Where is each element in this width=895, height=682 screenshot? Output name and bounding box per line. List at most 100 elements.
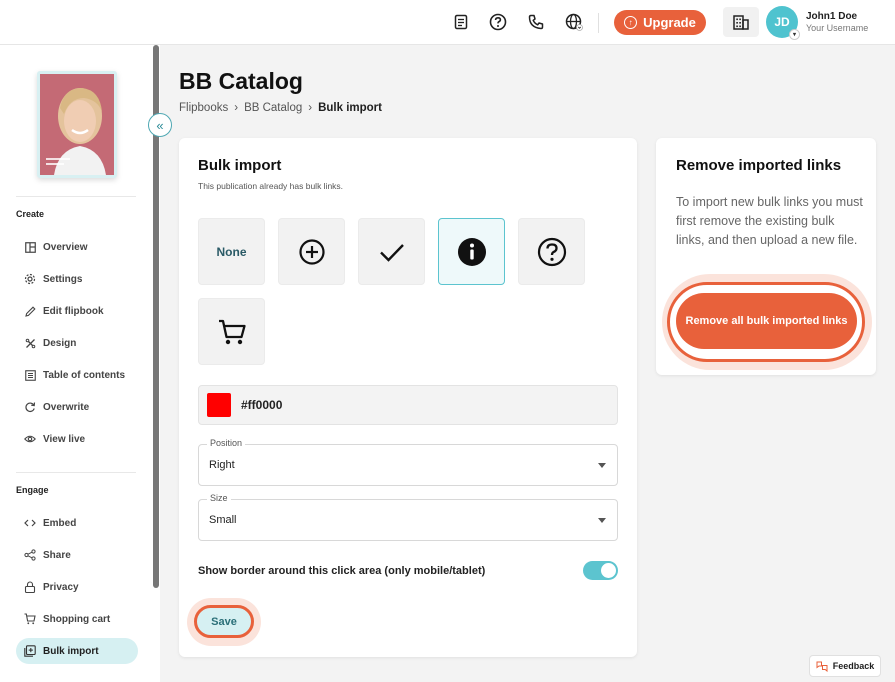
sidebar-item-label: Shopping cart [43,613,111,625]
document-icon[interactable] [451,12,471,32]
feedback-label: Feedback [832,661,875,671]
sidebar-item-label: Edit flipbook [43,305,104,317]
remove-all-bulk-links-button[interactable]: Remove all bulk imported links [676,293,857,349]
sidebar-item-label: Embed [43,517,77,529]
color-swatch[interactable] [207,393,231,417]
breadcrumb-link[interactable]: BB Catalog [244,102,302,114]
info-icon [457,237,486,266]
icon-option-checkmark[interactable] [358,218,425,285]
feedback-icon [816,661,828,672]
position-select[interactable]: Position Right [198,438,618,486]
icon-option-none-label: None [216,244,247,259]
sidebar-item-overwrite[interactable]: Overwrite [16,394,138,420]
gear-icon [24,273,36,285]
icon-option-question[interactable] [518,218,585,285]
remove-button-label: Remove all bulk imported links [685,314,848,327]
sidebar-heading-engage: Engage [16,485,49,495]
sidebar-item-embed[interactable]: Embed [16,510,138,536]
breadcrumb-current: Bulk import [318,102,382,114]
size-select[interactable]: Size Small [198,493,618,541]
sidebar-item-label: Overwrite [43,401,90,413]
chevron-right-icon: › [308,102,313,114]
arrow-up-icon: ↑ [624,16,638,29]
list-icon [24,369,36,381]
remove-links-title: Remove imported links [676,157,842,174]
icon-option-none[interactable]: None [198,218,265,285]
design-icon [24,337,36,349]
breadcrumb: Flipbooks › BB Catalog › Bulk import [179,102,382,114]
code-icon [24,517,36,529]
publication-cover-thumbnail[interactable] [37,71,117,178]
double-chevron-left-icon: « [156,117,164,133]
sidebar-item-settings[interactable]: Settings [16,266,138,292]
avatar[interactable]: JD ▾ [766,6,800,40]
sidebar-item-table-of-contents[interactable]: Table of contents [16,362,138,388]
sidebar-item-label: Privacy [43,581,79,593]
chevron-right-icon: › [234,102,239,114]
collapse-sidebar-button[interactable]: « [148,113,172,137]
building-icon [733,15,749,30]
sidebar-item-label: Overview [43,241,88,253]
divider [16,472,136,473]
sidebar-item-label: Share [43,549,71,561]
organization-button[interactable] [723,7,759,37]
sidebar-item-label: Settings [43,273,83,285]
sidebar-item-design[interactable]: Design [16,330,138,356]
icon-option-plus[interactable] [278,218,345,285]
remove-links-description: To import new bulk links you must first … [676,195,863,247]
toggle-knob [601,563,616,578]
sidebar-item-bulk-import[interactable]: Bulk import [16,638,138,664]
share-icon [24,549,36,561]
sidebar-heading-create: Create [16,209,45,219]
save-button[interactable]: Save [194,605,254,638]
refresh-icon [24,401,36,413]
sidebar-item-share[interactable]: Share [16,542,138,568]
cover-image [40,74,114,175]
sidebar-item-privacy[interactable]: Privacy [16,574,138,600]
user-name: John1 Doe [806,11,858,22]
globe-icon[interactable] [564,12,584,32]
cart-icon [218,319,246,344]
size-select-value: Small [209,514,237,526]
border-toggle-label: Show border around this click area (only… [198,565,486,577]
border-toggle[interactable] [583,561,618,580]
position-select-value: Right [209,459,235,471]
breadcrumb-link[interactable]: Flipbooks [179,102,228,114]
user-username: Your Username [806,23,869,33]
sidebar-item-label: Bulk import [43,645,99,657]
sidebar-item-shopping-cart[interactable]: Shopping cart [16,606,138,632]
chevron-down-icon: ▾ [789,29,800,40]
upgrade-button[interactable]: ↑ Upgrade [614,10,706,35]
avatar-initials: JD [774,15,790,29]
position-select-label: Position [207,438,246,448]
pencil-icon [24,305,36,317]
sidebar-item-label: View live [43,433,86,445]
icon-option-cart[interactable] [198,298,265,365]
sidebar-item-label: Design [43,337,77,349]
color-value: #ff0000 [241,398,283,412]
checkmark-icon [379,243,404,262]
sidebar-item-edit-flipbook[interactable]: Edit flipbook [16,298,138,324]
upgrade-label: Upgrade [643,15,696,30]
help-icon[interactable] [488,12,508,32]
bulk-import-title: Bulk import [198,157,282,174]
color-picker-field[interactable]: #ff0000 [198,385,618,425]
lock-icon [24,581,36,593]
icon-option-info[interactable] [438,218,505,285]
layout-icon [24,241,36,253]
phone-icon[interactable] [526,12,546,32]
bulk-import-icon [24,645,36,657]
page-title: BB Catalog [179,68,303,94]
divider [598,13,599,33]
divider [16,196,136,197]
feedback-button[interactable]: Feedback [809,655,881,677]
save-button-label: Save [211,615,237,628]
top-bar: ↑ Upgrade JD ▾ John1 Doe Your Username [0,0,895,45]
sidebar-item-label: Table of contents [43,369,126,381]
sidebar-item-view-live[interactable]: View live [16,426,138,452]
bulk-import-subtitle: This publication already has bulk links. [198,181,344,191]
sidebar-item-overview[interactable]: Overview [16,234,138,260]
cart-icon [24,613,36,625]
caret-down-icon [598,518,606,523]
size-select-label: Size [207,493,231,503]
